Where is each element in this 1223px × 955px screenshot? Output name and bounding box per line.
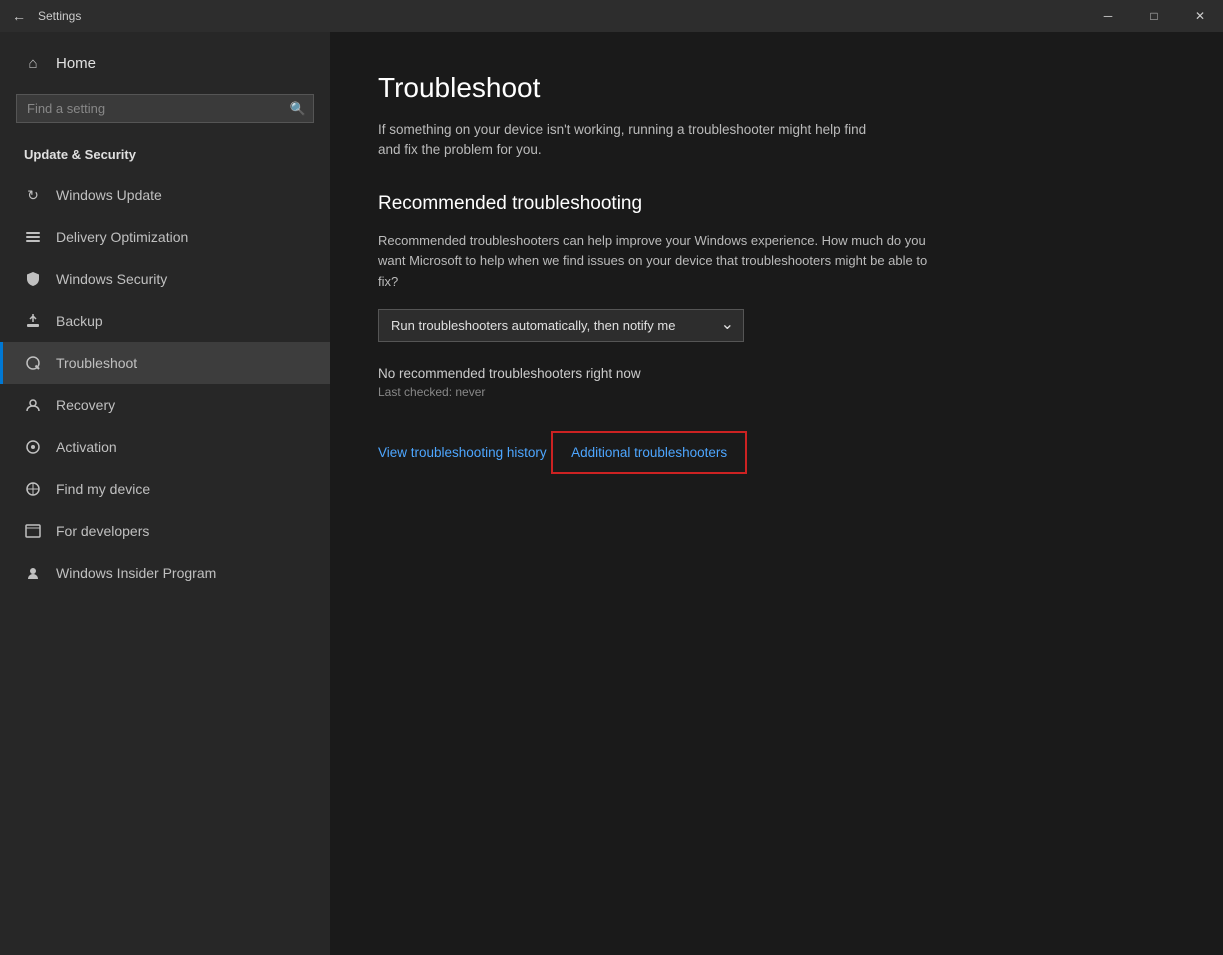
sidebar-item-windows-update[interactable]: ↻ Windows Update bbox=[0, 174, 330, 216]
sidebar-search-container: 🔍 bbox=[16, 94, 314, 123]
sidebar-item-activation[interactable]: Activation bbox=[0, 426, 330, 468]
back-button[interactable]: ← bbox=[12, 8, 26, 24]
backup-icon bbox=[24, 312, 42, 330]
title-bar-title: Settings bbox=[38, 9, 81, 23]
page-description: If something on your device isn't workin… bbox=[378, 120, 878, 161]
for-developers-icon bbox=[24, 522, 42, 540]
last-checked-text: Last checked: never bbox=[378, 385, 1175, 399]
sidebar-item-windows-security[interactable]: Windows Security bbox=[0, 258, 330, 300]
sidebar-item-home[interactable]: ⌂ Home bbox=[0, 32, 330, 94]
section-title: Update & Security bbox=[0, 139, 330, 174]
sidebar-label-troubleshoot: Troubleshoot bbox=[56, 355, 137, 371]
window-controls: ─ □ ✕ bbox=[1085, 0, 1223, 32]
content-area: Troubleshoot If something on your device… bbox=[330, 32, 1223, 955]
recommended-section-desc: Recommended troubleshooters can help imp… bbox=[378, 231, 928, 293]
sidebar-label-delivery-optimization: Delivery Optimization bbox=[56, 229, 188, 245]
sidebar-label-backup: Backup bbox=[56, 313, 103, 329]
search-input[interactable] bbox=[16, 94, 314, 123]
title-bar: ← Settings ─ □ ✕ bbox=[0, 0, 1223, 32]
sidebar: ⌂ Home 🔍 Update & Security ↻ Windows Upd… bbox=[0, 32, 330, 955]
recommended-section-title: Recommended troubleshooting bbox=[378, 193, 1175, 215]
recovery-icon bbox=[24, 396, 42, 414]
view-history-link[interactable]: View troubleshooting history bbox=[378, 445, 547, 460]
sidebar-label-for-developers: For developers bbox=[56, 523, 149, 539]
sidebar-item-windows-insider[interactable]: Windows Insider Program bbox=[0, 552, 330, 594]
sidebar-item-delivery-optimization[interactable]: Delivery Optimization bbox=[0, 216, 330, 258]
sidebar-label-recovery: Recovery bbox=[56, 397, 115, 413]
troubleshooter-dropdown[interactable]: Run troubleshooters automatically, then … bbox=[378, 309, 744, 342]
minimize-button[interactable]: ─ bbox=[1085, 0, 1131, 32]
search-icon: 🔍 bbox=[290, 101, 306, 117]
home-icon: ⌂ bbox=[24, 54, 42, 72]
sidebar-item-backup[interactable]: Backup bbox=[0, 300, 330, 342]
sidebar-item-recovery[interactable]: Recovery bbox=[0, 384, 330, 426]
maximize-button[interactable]: □ bbox=[1131, 0, 1177, 32]
main-layout: ⌂ Home 🔍 Update & Security ↻ Windows Upd… bbox=[0, 32, 1223, 955]
sidebar-label-windows-update: Windows Update bbox=[56, 187, 162, 203]
sidebar-item-find-my-device[interactable]: Find my device bbox=[0, 468, 330, 510]
sidebar-label-find-my-device: Find my device bbox=[56, 481, 150, 497]
activation-icon bbox=[24, 438, 42, 456]
windows-update-icon: ↻ bbox=[24, 186, 42, 204]
additional-troubleshooters-link[interactable]: Additional troubleshooters bbox=[555, 435, 743, 470]
sidebar-label-activation: Activation bbox=[56, 439, 117, 455]
page-title: Troubleshoot bbox=[378, 72, 1175, 104]
sidebar-label-windows-insider: Windows Insider Program bbox=[56, 565, 216, 581]
close-button[interactable]: ✕ bbox=[1177, 0, 1223, 32]
troubleshoot-icon bbox=[24, 354, 42, 372]
delivery-optimization-icon bbox=[24, 228, 42, 246]
windows-security-icon bbox=[24, 270, 42, 288]
sidebar-item-troubleshoot[interactable]: Troubleshoot bbox=[0, 342, 330, 384]
sidebar-item-for-developers[interactable]: For developers bbox=[0, 510, 330, 552]
home-label: Home bbox=[56, 55, 96, 72]
additional-troubleshooters-box: Additional troubleshooters bbox=[551, 431, 747, 474]
find-my-device-icon bbox=[24, 480, 42, 498]
windows-insider-icon bbox=[24, 564, 42, 582]
no-troubleshooters-text: No recommended troubleshooters right now bbox=[378, 366, 1175, 381]
troubleshooter-dropdown-wrapper: Run troubleshooters automatically, then … bbox=[378, 309, 744, 342]
sidebar-label-windows-security: Windows Security bbox=[56, 271, 167, 287]
